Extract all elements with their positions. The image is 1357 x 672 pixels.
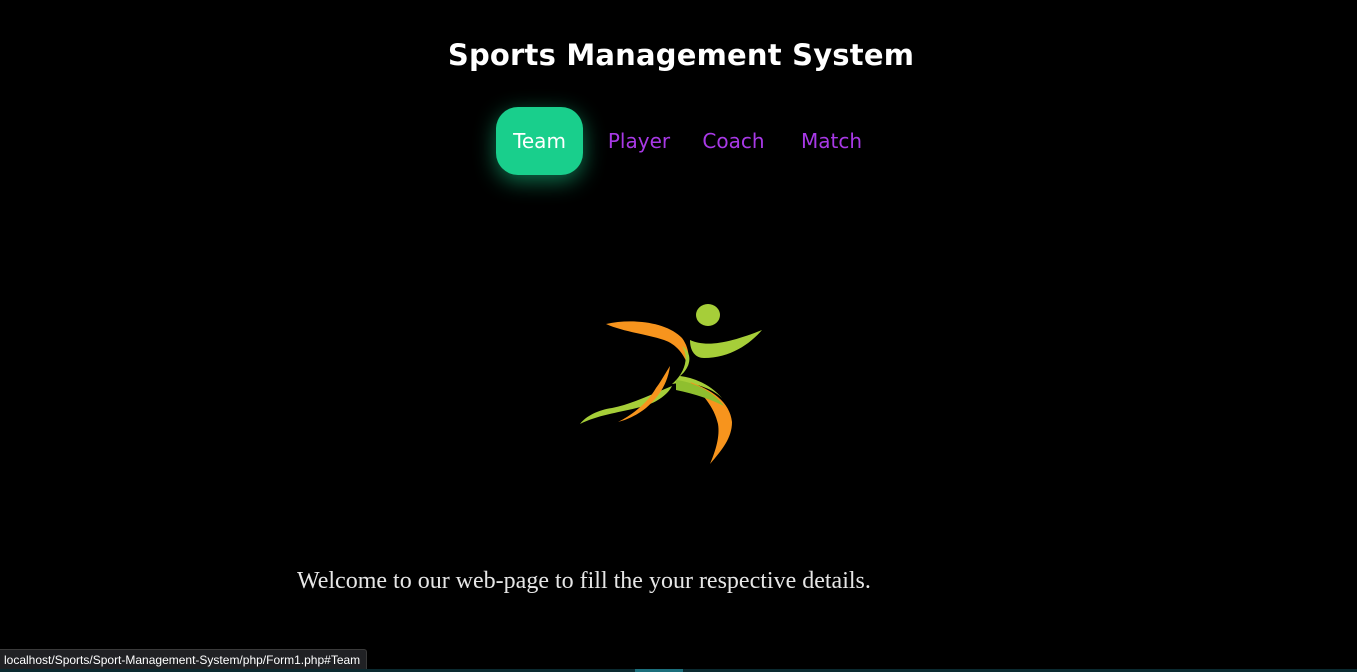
page-title: Sports Management System	[447, 38, 915, 72]
nav-player-link[interactable]: Player	[606, 107, 672, 175]
nav-match-link[interactable]: Match	[798, 107, 865, 175]
status-bar-url: localhost/Sports/Sport-Management-System…	[0, 649, 368, 670]
nav-coach-link[interactable]: Coach	[702, 107, 765, 175]
welcome-message: Welcome to our web-page to fill the your…	[297, 568, 871, 594]
main-nav: Team Player Coach Match	[496, 107, 865, 175]
nav-team-link[interactable]: Team	[496, 107, 583, 175]
running-figure-icon	[580, 304, 762, 464]
